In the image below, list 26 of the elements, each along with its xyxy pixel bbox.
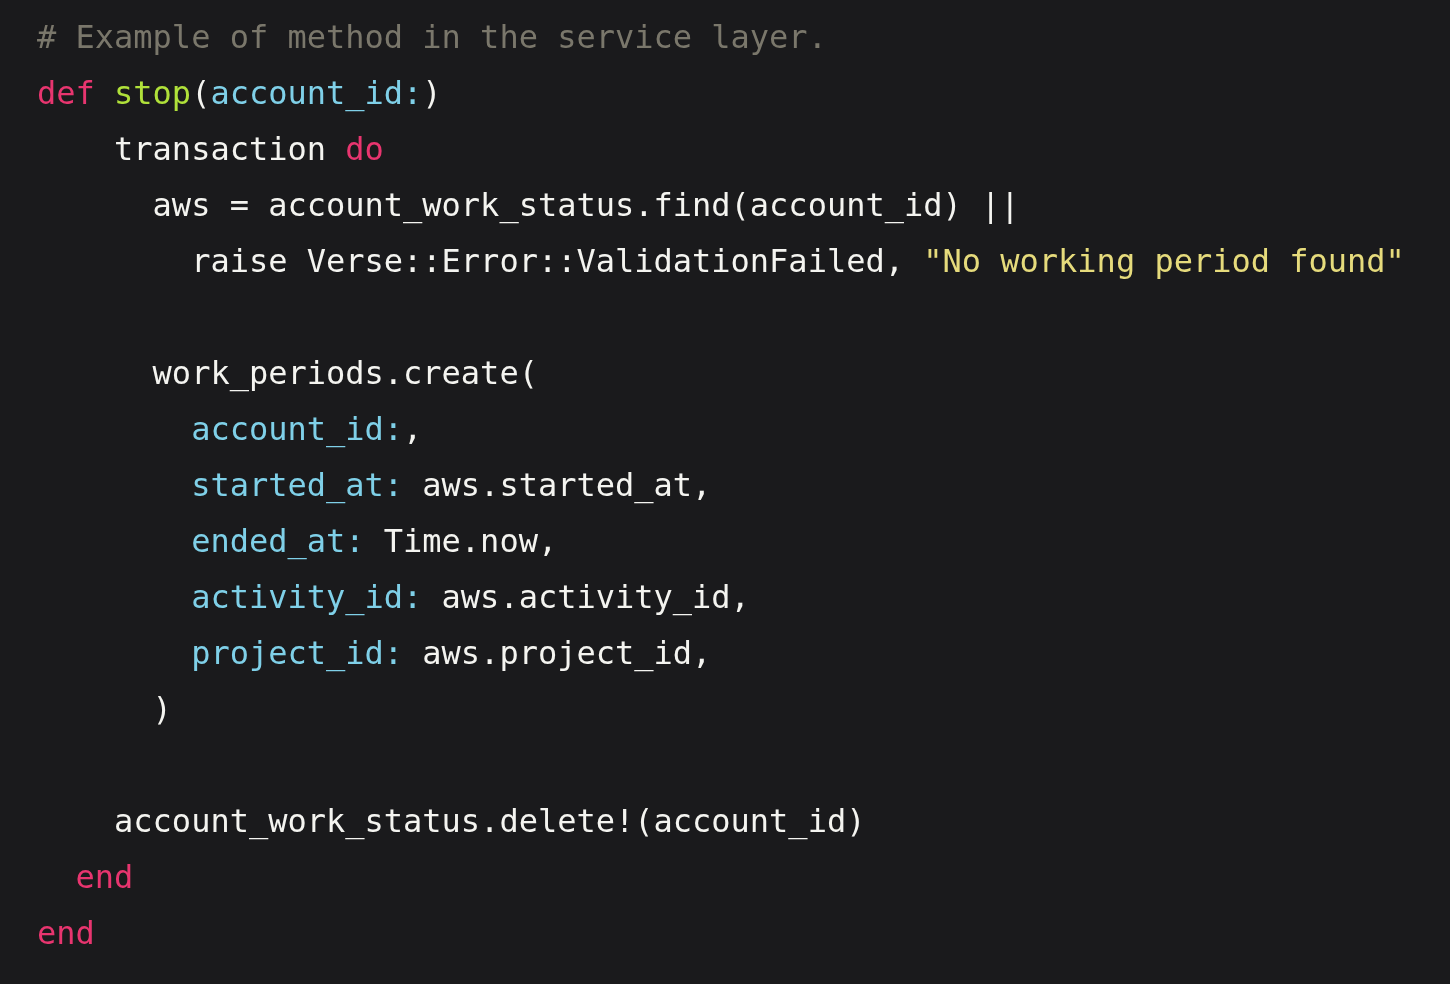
code-text: ( — [191, 74, 211, 112]
code-text: aws.activity_id, — [441, 578, 750, 616]
code-keyword: end — [75, 858, 134, 896]
code-symbol: project_id: — [191, 634, 404, 672]
string-literal: "No working period found" — [923, 242, 1405, 280]
code-text: ) — [152, 690, 172, 728]
code-text: raise Verse::Error::ValidationFailed, — [191, 242, 904, 280]
code-symbol: ended_at: — [191, 522, 365, 560]
code-text: Time.now, — [383, 522, 558, 560]
code-symbol: account_id: — [191, 410, 404, 448]
code-text: aws.project_id, — [422, 634, 712, 672]
code-symbol: activity_id: — [191, 578, 423, 616]
code-symbol: started_at: — [191, 466, 404, 504]
code-text: aws = account_work_status.find(account_id) || — [152, 186, 1020, 224]
code-text: work_periods.create( — [152, 354, 538, 392]
code-text: account_work_status.delete!(account_id) — [114, 802, 866, 840]
code-text: ) — [422, 74, 442, 112]
function-name: stop — [114, 74, 192, 112]
code-symbol: account_id: — [210, 74, 423, 112]
code-keyword: end — [37, 914, 95, 952]
code-text: transaction — [114, 130, 326, 168]
code-keyword: def — [37, 74, 95, 112]
code-keyword: do — [345, 130, 384, 168]
code-comment: # Example of method in the service layer. — [37, 18, 827, 56]
code-text: , — [403, 410, 423, 448]
code-text: aws.started_at, — [422, 466, 712, 504]
